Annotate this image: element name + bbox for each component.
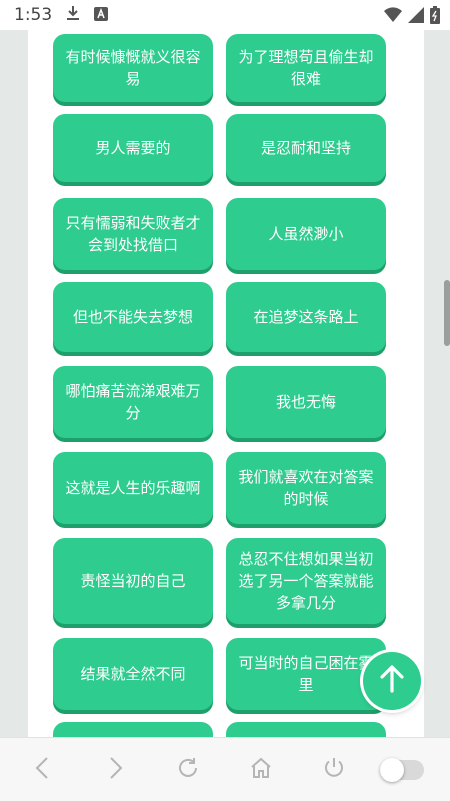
refresh-button[interactable] [174, 756, 202, 784]
download-icon [66, 5, 80, 25]
card[interactable]: 有时候慷慨就义很容易 [53, 34, 213, 102]
toggle-knob [380, 758, 404, 782]
card[interactable]: 可当时的自己困在雾里 [226, 638, 386, 710]
a-icon [94, 6, 109, 25]
card[interactable]: 这就是人生的乐趣啊 [53, 452, 213, 524]
card[interactable]: 我们就喜欢在对答案的时候 [226, 452, 386, 524]
scroll-top-button[interactable] [363, 652, 421, 710]
card[interactable]: 哪怕痛苦流涕艰难万分 [53, 366, 213, 438]
status-bar: 1:53 [0, 0, 450, 30]
card[interactable]: 为了理想苟且偷生却很难 [226, 34, 386, 102]
refresh-icon [176, 756, 200, 784]
content-area[interactable]: 有时候慷慨就义很容易 为了理想苟且偷生却很难 男人需要的 是忍耐和坚持 只有懦弱… [28, 30, 424, 737]
card[interactable] [226, 722, 386, 737]
toggle-switch[interactable] [380, 758, 424, 782]
forward-icon [109, 756, 123, 784]
home-icon [249, 756, 273, 784]
arrow-up-icon [379, 665, 405, 697]
card[interactable]: 是忍耐和坚持 [226, 114, 386, 182]
card[interactable]: 但也不能失去梦想 [53, 282, 213, 352]
card[interactable]: 在追梦这条路上 [226, 282, 386, 352]
signal-icon [408, 7, 424, 27]
bottom-navigation-bar [0, 737, 450, 801]
card[interactable]: 只有懦弱和失败者才会到处找借口 [53, 198, 213, 270]
card[interactable]: 责怪当初的自己 [53, 538, 213, 624]
card[interactable] [53, 722, 213, 737]
card[interactable]: 人虽然渺小 [226, 198, 386, 270]
card[interactable]: 我也无悔 [226, 366, 386, 438]
card[interactable]: 总忍不住想如果当初选了另一个答案就能多拿几分 [226, 538, 386, 624]
battery-icon [430, 6, 440, 28]
power-icon [322, 756, 346, 784]
wifi-icon [384, 7, 402, 27]
back-icon [35, 756, 49, 784]
home-button[interactable] [247, 756, 275, 784]
status-time: 1:53 [14, 5, 53, 25]
card[interactable]: 男人需要的 [53, 114, 213, 182]
back-button[interactable] [28, 756, 56, 784]
forward-button[interactable] [102, 756, 130, 784]
scrollbar[interactable] [444, 280, 450, 346]
card[interactable]: 结果就全然不同 [53, 638, 213, 710]
power-button[interactable] [320, 756, 348, 784]
